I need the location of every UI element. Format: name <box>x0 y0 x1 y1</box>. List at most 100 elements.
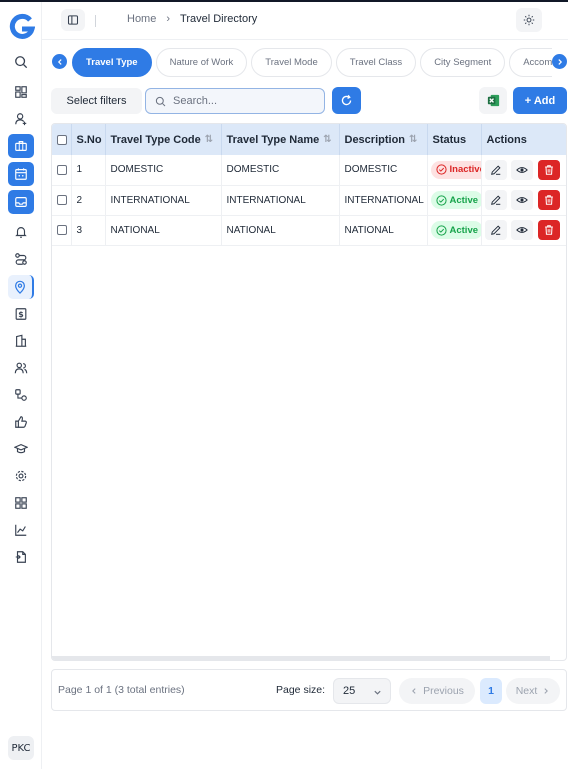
top-header: Home › Travel Directory <box>42 2 568 40</box>
excel-icon <box>487 94 499 107</box>
search-box <box>145 88 325 114</box>
chevron-right-icon <box>557 58 562 65</box>
breadcrumb-current: Travel Directory <box>180 13 258 25</box>
search-icon[interactable] <box>8 50 34 74</box>
delete-button[interactable] <box>538 159 561 180</box>
dollar-icon[interactable]: $ <box>8 302 34 326</box>
bell-icon[interactable] <box>8 220 34 244</box>
export-excel-button[interactable] <box>479 87 507 114</box>
chart-icon[interactable] <box>8 518 34 542</box>
delete-button[interactable] <box>538 220 561 240</box>
edit-icon <box>490 195 501 205</box>
breadcrumb-home[interactable]: Home <box>127 13 156 25</box>
column-header-name[interactable]: Travel Type Name ⇅ <box>221 124 340 155</box>
eye-icon <box>516 227 529 233</box>
refresh-icon <box>341 94 352 106</box>
tab-bar: Travel Type Nature of Work Travel Mode T… <box>72 48 552 78</box>
cell-sno: 2 <box>71 185 106 215</box>
theme-toggle-button[interactable] <box>516 8 542 32</box>
page-info: Page 1 of 1 (3 total entries) <box>58 684 185 696</box>
chevron-left-icon <box>57 58 62 65</box>
previous-page-button[interactable]: Previous <box>399 678 475 704</box>
row-checkbox[interactable] <box>57 224 67 235</box>
apps-icon[interactable] <box>8 491 34 515</box>
column-header-actions: Actions <box>486 133 527 146</box>
page-number-button[interactable]: 1 <box>480 678 502 704</box>
delete-button[interactable] <box>538 190 561 210</box>
graduation-cap-icon[interactable] <box>8 437 34 461</box>
user-avatar[interactable]: PKC <box>8 736 34 760</box>
view-button[interactable] <box>511 190 534 210</box>
pagination-bar: Page 1 of 1 (3 total entries) Page size:… <box>51 669 567 711</box>
eye-icon <box>516 166 529 173</box>
status-badge: Inactive <box>430 160 480 179</box>
header-divider <box>95 15 96 27</box>
user-add-icon[interactable] <box>8 107 34 131</box>
route-icon[interactable] <box>8 247 34 271</box>
sidebar-toggle-icon <box>67 15 79 25</box>
refresh-button[interactable] <box>332 87 361 114</box>
view-button[interactable] <box>511 220 534 240</box>
search-input[interactable] <box>173 95 313 107</box>
data-table: S.No Travel Type Code ⇅ Travel Type Name ⇅… <box>52 124 566 246</box>
status-check-icon <box>435 164 447 175</box>
calendar-icon[interactable] <box>8 162 34 186</box>
tab-nature-of-work[interactable]: Nature of Work <box>155 48 248 77</box>
chevron-right-icon <box>544 688 549 694</box>
users-icon[interactable] <box>8 356 34 380</box>
tab-travel-class[interactable]: Travel Class <box>335 48 417 77</box>
view-button[interactable] <box>511 159 534 180</box>
tab-travel-type[interactable]: Travel Type <box>72 48 152 77</box>
cell-description: DOMESTIC <box>339 155 428 185</box>
page-size-select[interactable]: 25 <box>333 678 391 704</box>
status-badge: Active <box>430 191 480 209</box>
sort-icon[interactable]: ⇅ <box>323 134 331 145</box>
document-icon[interactable] <box>8 545 34 569</box>
dashboard-icon[interactable] <box>8 80 34 104</box>
briefcase-icon[interactable] <box>8 134 34 158</box>
chevron-down-icon <box>374 690 381 695</box>
next-page-button[interactable]: Next <box>506 678 560 704</box>
horizontal-scrollbar[interactable] <box>52 656 550 660</box>
edit-button[interactable] <box>484 159 507 180</box>
svg-text:$: $ <box>18 310 23 319</box>
row-checkbox[interactable] <box>57 164 67 175</box>
tab-travel-mode[interactable]: Travel Mode <box>251 48 332 77</box>
cell-sno: 3 <box>71 215 106 245</box>
data-table-container: S.No Travel Type Code ⇅ Travel Type Name ⇅… <box>51 123 567 661</box>
workflow-icon[interactable] <box>8 383 34 407</box>
cell-name: NATIONAL <box>221 215 340 245</box>
cell-description: INTERNATIONAL <box>339 185 428 215</box>
table-row: 2 INTERNATIONAL INTERNATIONAL INTERNATIO… <box>52 185 566 215</box>
cell-code: NATIONAL <box>105 215 222 245</box>
column-header-code[interactable]: Travel Type Code ⇅ <box>105 124 222 155</box>
row-checkbox[interactable] <box>57 194 67 205</box>
page-size-label: Page size: <box>276 684 326 696</box>
tabs-scroll-left-button[interactable] <box>52 54 67 69</box>
cell-code: INTERNATIONAL <box>105 185 222 215</box>
tabs-scroll-right-button[interactable] <box>552 54 567 69</box>
chevron-right-icon: › <box>166 13 171 25</box>
inbox-icon[interactable] <box>8 190 34 214</box>
select-filters-button[interactable]: Select filters <box>51 88 142 114</box>
sort-icon[interactable]: ⇅ <box>409 134 417 145</box>
cell-name: DOMESTIC <box>221 155 340 185</box>
edit-button[interactable] <box>484 190 507 210</box>
select-all-checkbox[interactable] <box>57 134 67 145</box>
edit-icon <box>490 225 501 235</box>
location-pin-icon[interactable] <box>8 275 34 299</box>
app-logo[interactable] <box>9 13 36 41</box>
tab-city-segment[interactable]: City Segment <box>420 48 506 77</box>
tab-accommodation[interactable]: Accommodation <box>509 48 552 77</box>
edit-button[interactable] <box>484 220 507 240</box>
trash-icon <box>545 225 553 235</box>
cell-code: DOMESTIC <box>105 155 222 185</box>
sidebar-toggle-button[interactable] <box>61 9 85 31</box>
column-header-description[interactable]: Description ⇅ <box>339 124 428 155</box>
sort-icon[interactable]: ⇅ <box>205 134 213 145</box>
building-icon[interactable] <box>8 329 34 353</box>
thumbs-up-icon[interactable] <box>8 410 34 434</box>
add-button[interactable]: + Add <box>513 87 567 114</box>
trash-icon <box>545 195 553 205</box>
settings-icon[interactable] <box>8 464 34 488</box>
